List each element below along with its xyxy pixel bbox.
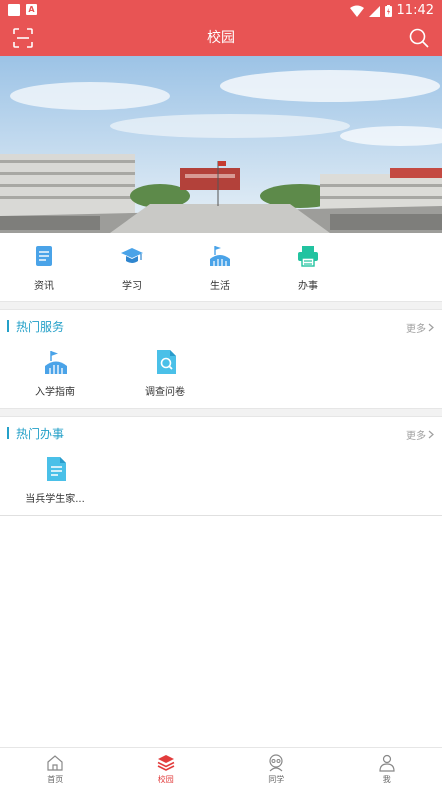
chevron-right-icon (428, 323, 434, 332)
service-label: 入学指南 (35, 387, 75, 398)
more-label: 更多 (406, 431, 426, 442)
home-icon (47, 755, 63, 771)
app-notification-icon: A (26, 4, 37, 15)
search-document-icon (157, 350, 176, 374)
document-icon (47, 457, 66, 481)
quick-nav-study[interactable]: 学习 (88, 233, 176, 301)
tab-me[interactable]: 我 (332, 748, 442, 786)
more-link[interactable]: 更多 (406, 320, 434, 335)
status-bar: A 11:42 (0, 0, 442, 22)
affair-item[interactable]: 当兵学生家... (0, 456, 110, 516)
notification-icon (8, 4, 20, 16)
tab-label: 首页 (47, 775, 64, 784)
tab-label: 同学 (268, 775, 285, 784)
section-title: 热门服务 (16, 320, 65, 334)
section-title: 热门办事 (16, 427, 65, 441)
tab-classmates[interactable]: 同学 (221, 748, 332, 786)
service-survey[interactable]: 调查问卷 (110, 349, 220, 409)
search-icon[interactable] (408, 27, 430, 49)
content-bottom-border (0, 515, 442, 516)
status-time: 11:42 (396, 3, 434, 18)
more-label: 更多 (406, 324, 426, 335)
chevron-right-icon (428, 430, 434, 439)
service-enrollment-guide[interactable]: 入学指南 (0, 349, 110, 409)
quick-nav-label: 生活 (210, 281, 230, 292)
tab-campus[interactable]: 校园 (111, 748, 222, 786)
wifi-icon (349, 5, 364, 17)
signal-icon (368, 5, 380, 17)
page-title: 校园 (207, 30, 235, 46)
layers-icon (157, 755, 175, 771)
quick-nav-life[interactable]: 生活 (176, 233, 264, 301)
app-bar: 校园 (0, 22, 442, 56)
section-accent-bar (7, 427, 9, 439)
tab-label: 我 (382, 775, 391, 784)
service-label: 调查问卷 (145, 387, 185, 398)
hot-services-section: 热门服务 更多 入学指南 调查问卷 (0, 311, 442, 408)
stadium-icon (210, 246, 230, 266)
person-icon (379, 754, 395, 772)
quick-nav-label: 学习 (122, 281, 142, 292)
quick-nav-affairs[interactable]: 办事 (264, 233, 352, 301)
section-header: 热门办事 更多 (0, 418, 442, 448)
printer-icon (298, 246, 318, 267)
affair-label: 当兵学生家... (25, 494, 85, 505)
tab-home[interactable]: 首页 (0, 748, 111, 786)
quick-nav-news[interactable]: 资讯 (0, 233, 88, 301)
classmates-icon (269, 754, 283, 772)
section-divider (0, 301, 442, 310)
hot-affairs-section: 热门办事 更多 当兵学生家... (0, 418, 442, 515)
section-header: 热门服务 更多 (0, 311, 442, 341)
bottom-tab-bar: 首页 校园 同学 我 (0, 747, 442, 786)
news-icon (36, 246, 52, 266)
stadium-icon (45, 351, 67, 374)
more-link[interactable]: 更多 (406, 427, 434, 442)
section-divider (0, 408, 442, 417)
battery-icon (384, 5, 392, 17)
status-icons: 11:42 (349, 2, 434, 20)
quick-nav: 资讯 学习 生活 办事 (0, 233, 442, 301)
section-accent-bar (7, 320, 9, 332)
tab-label: 校园 (157, 775, 174, 784)
campus-banner-image[interactable] (0, 56, 442, 233)
quick-nav-label: 资讯 (34, 281, 54, 292)
graduation-cap-icon (121, 248, 143, 263)
quick-nav-label: 办事 (298, 281, 318, 292)
